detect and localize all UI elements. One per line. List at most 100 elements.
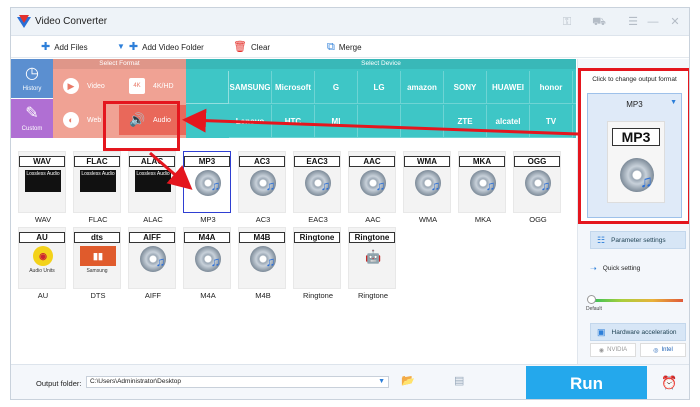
nvidia-option[interactable]: ◉ NVIDIA (590, 343, 636, 357)
device-cell[interactable]: TV (530, 105, 573, 138)
custom-icon: ✎ (25, 105, 39, 122)
gpu-options: ◉ NVIDIA ◎ Intel (590, 343, 686, 357)
format-tile-ogg[interactable]: OGG ♫ (513, 151, 561, 213)
format-name: WMA (418, 215, 438, 224)
hardware-acceleration-button[interactable]: ▣ Hardware acceleration (590, 323, 686, 341)
add-files-label: Add Files (54, 42, 88, 52)
open-folder-icon[interactable]: ▤ (454, 375, 468, 387)
device-cell[interactable]: SAMSUNG (229, 71, 272, 104)
output-folder-input[interactable]: C:\Users\Administrator\Desktop ▼ (86, 376, 389, 388)
output-folder-path: C:\Users\Administrator\Desktop (90, 378, 182, 385)
format-tile-eac3[interactable]: EAC3 ♫ (293, 151, 341, 213)
custom-tab[interactable]: ✎ Custom (11, 99, 53, 138)
add-folder-button[interactable]: ▼ ✚ Add Video Folder (117, 40, 204, 54)
device-cell[interactable]: SONY (444, 71, 487, 104)
minimize-button[interactable]: — (645, 14, 661, 30)
device-cell[interactable]: Lenovo (229, 105, 272, 138)
video-format-button[interactable]: ▶ Video (53, 71, 119, 101)
audio-units-icon: ◉ (33, 246, 53, 266)
format-tile-label: MP3 (184, 156, 230, 167)
device-cell[interactable]: LG (358, 71, 401, 104)
format-tile-aac[interactable]: AAC ♫ (348, 151, 396, 213)
device-cell[interactable]: HTC (272, 105, 315, 138)
format-tile-ac3[interactable]: AC3 ♫ (238, 151, 286, 213)
device-cell[interactable]: ZTE (444, 105, 487, 138)
quality-slider[interactable] (591, 299, 683, 302)
audio-highlight-box (103, 101, 180, 151)
chevron-down-icon[interactable]: ▼ (117, 40, 125, 54)
music-note-icon: ♫ (375, 178, 386, 193)
history-label: History (22, 86, 42, 92)
format-tile-m4b[interactable]: M4B ♫ (238, 227, 286, 289)
format-name: Ringtone (357, 291, 389, 300)
device-cell[interactable] (401, 105, 444, 138)
close-button[interactable]: ✕ (667, 14, 683, 30)
output-folder-label: Output folder: (36, 379, 82, 388)
4k-format-button[interactable]: 4K 4K/HD (119, 71, 186, 101)
device-cell[interactable]: amazon (401, 71, 444, 104)
intel-option[interactable]: ◎ Intel (640, 343, 686, 357)
slider-knob[interactable] (587, 295, 596, 304)
format-name: ALAC (143, 215, 163, 224)
run-button[interactable]: Run (526, 366, 647, 399)
key-icon[interactable]: ⚿ (559, 14, 575, 30)
format-tile-au[interactable]: AU ◉ Audio Units (18, 227, 66, 289)
format-tile-label: WAV (19, 156, 65, 167)
music-note-icon: ♫ (430, 178, 441, 193)
format-tile-ringtone[interactable]: Ringtone 🤖 (348, 227, 396, 289)
folder-icon[interactable]: 📂 (401, 375, 415, 387)
mp3-output-icon: MP3 ♫ (607, 121, 665, 203)
history-tab[interactable]: ◷ History (11, 59, 53, 98)
format-tile-mp3[interactable]: MP3 ♫ (183, 151, 231, 213)
device-cell[interactable]: ASUS (573, 71, 576, 104)
format-name: M4B (255, 291, 271, 300)
device-cell[interactable]: MI (315, 105, 358, 138)
cart-icon[interactable]: ⛟ (591, 14, 607, 30)
format-tile-mka[interactable]: MKA ♫ (458, 151, 506, 213)
alarm-icon[interactable]: ⏰ (661, 375, 677, 391)
caret-down-icon[interactable]: ▼ (378, 377, 385, 387)
format-name: MP3 (200, 215, 216, 224)
format-tile-label: EAC3 (294, 156, 340, 167)
device-cell[interactable]: alcatel (487, 105, 530, 138)
output-format-selector[interactable]: MP3 ▼ MP3 ♫ (587, 93, 682, 218)
device-cell[interactable]: honor (530, 71, 573, 104)
clear-button[interactable]: 🗑 Clear (233, 40, 270, 54)
add-files-button[interactable]: ✚ Add Files (41, 40, 88, 54)
arrow-right-icon: ➝ (590, 264, 597, 273)
video-label: Video (87, 82, 105, 90)
format-tile-wav[interactable]: WAV Lossless Audio (18, 151, 66, 213)
merge-label: Merge (338, 42, 362, 52)
toolbar: ✚ Add Files ▼ ✚ Add Video Folder 🗑 Clear ⧉ Me… (11, 36, 689, 58)
caret-down-icon[interactable]: ▼ (670, 99, 677, 106)
device-cell[interactable]: G (315, 71, 358, 104)
4k-label: 4K/HD (153, 82, 174, 90)
apple-icon[interactable] (186, 71, 229, 104)
format-name: AAC (365, 215, 381, 224)
parameter-settings-label: Parameter settings (611, 236, 666, 244)
format-name: AC3 (255, 215, 271, 224)
format-tile-alac[interactable]: ALAC Lossless Audio (128, 151, 176, 213)
app-window: Video Converter ⚿ ⛟ ☰ — ✕ ✚ Add Files ▼ ✚ A… (10, 7, 690, 400)
format-name: FLAC (88, 215, 108, 224)
format-tile-aiff[interactable]: AIFF ♫ (128, 227, 176, 289)
quick-setting: ➝ Quick setting (590, 264, 640, 273)
format-tile-wma[interactable]: WMA ♫ (403, 151, 451, 213)
parameter-settings-button[interactable]: ☷ Parameter settings (590, 231, 686, 249)
merge-icon: ⧉ (327, 41, 335, 53)
menu-icon[interactable]: ☰ (625, 14, 641, 30)
device-cell[interactable] (358, 105, 401, 138)
format-tile-flac[interactable]: FLAC Lossless Audio (73, 151, 121, 213)
sliders-icon: ☷ (597, 234, 606, 245)
output-format-hint: Click to change output format (592, 76, 677, 83)
format-tile-ringtone[interactable]: Ringtone (293, 227, 341, 289)
trash-icon: 🗑 (233, 41, 247, 53)
device-cell[interactable]: Microsoft (272, 71, 315, 104)
device-cell[interactable]: HUAWEI (487, 71, 530, 104)
merge-button[interactable]: ⧉ Merge (327, 40, 362, 54)
audio-format-grid: WAV Lossless Audio WAV FLAC Lossless Audio FL… (11, 151, 576, 364)
music-note-icon: ♫ (210, 254, 221, 269)
format-name: OGG (529, 215, 547, 224)
format-tile-dts[interactable]: dts ▮▮ Samsung (73, 227, 121, 289)
format-tile-m4a[interactable]: M4A ♫ (183, 227, 231, 289)
